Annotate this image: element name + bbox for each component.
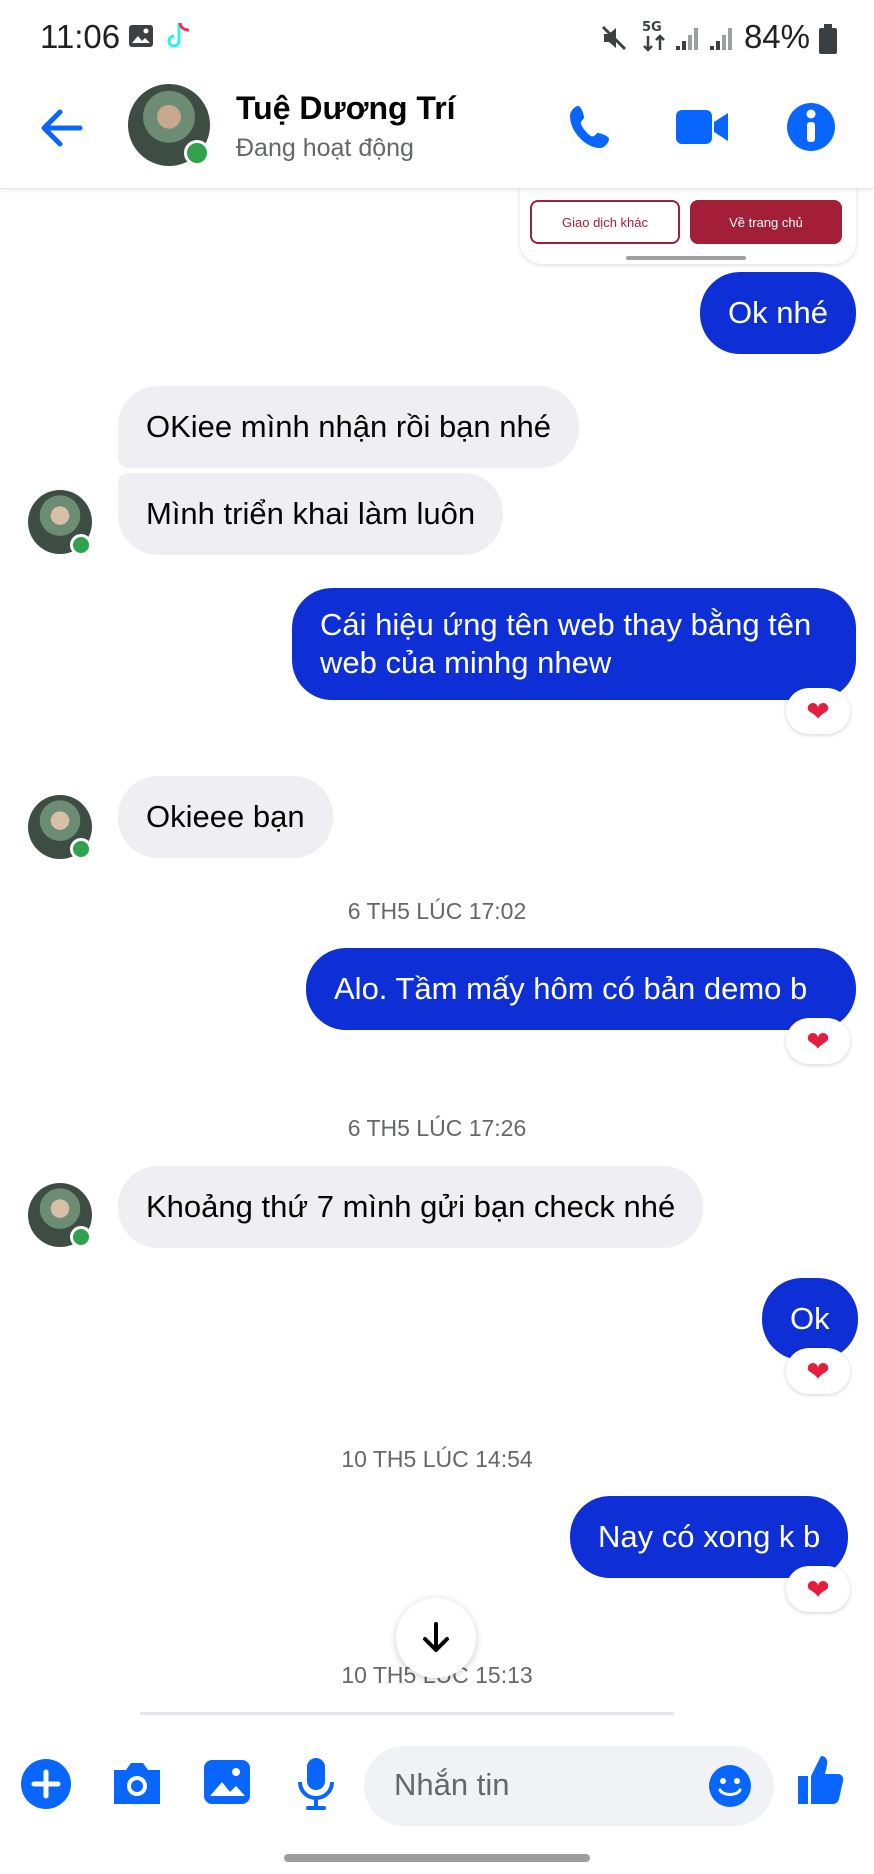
chat-header: Tuệ Dương Trí Đang hoạt động	[0, 76, 874, 189]
timestamp: 6 TH5 LÚC 17:26	[347, 1115, 527, 1141]
heart-icon: ❤	[806, 1355, 830, 1387]
message-text: Okieee bạn	[146, 799, 305, 834]
heart-reaction[interactable]: ❤	[786, 1348, 850, 1394]
back-arrow-icon[interactable]	[40, 106, 84, 150]
video-icon[interactable]	[674, 106, 730, 148]
status-bar: 11:06 5G 84%	[0, 0, 874, 76]
composer	[0, 1728, 874, 1874]
heart-icon: ❤	[806, 695, 830, 727]
message-out[interactable]: Ok nhé	[700, 272, 856, 354]
online-indicator	[70, 838, 92, 860]
online-indicator	[184, 140, 210, 166]
message-text: Ok	[790, 1301, 830, 1336]
shared-card[interactable]: Giao dịch khác Về trang chủ	[520, 180, 856, 264]
network-5g-icon: 5G	[642, 20, 665, 52]
message-text: Ok nhé	[728, 295, 828, 330]
online-indicator	[70, 534, 92, 556]
divider	[140, 1712, 674, 1715]
tiktok-notification-icon	[167, 22, 190, 48]
image-notification-icon	[129, 25, 153, 47]
contact-name[interactable]: Tuệ Dương Trí	[236, 90, 456, 127]
message-in[interactable]: Mình triển khai làm luôn	[118, 473, 504, 555]
message-text-line: web của minhg nhew	[320, 645, 612, 680]
message-in[interactable]: OKiee mình nhận rồi bạn nhé	[118, 386, 579, 468]
message-text-line: Cái hiệu ứng tên web thay bằng tên	[320, 607, 812, 642]
plus-icon[interactable]	[20, 1758, 72, 1810]
heart-reaction[interactable]: ❤	[786, 688, 850, 734]
message-input[interactable]	[364, 1746, 774, 1826]
svg-text:5G: 5G	[642, 20, 662, 35]
giao-dich-khac-label: Giao dịch khác	[562, 214, 648, 230]
gallery-icon[interactable]	[202, 1758, 252, 1806]
like-icon[interactable]	[796, 1752, 844, 1806]
scroll-down-icon	[423, 1622, 449, 1652]
battery-level: 84%	[743, 18, 810, 55]
emoji-icon[interactable]	[708, 1764, 752, 1808]
message-text-field[interactable]	[392, 1766, 696, 1804]
message-text: Khoảng thứ 7 mình gửi bạn check nhé	[146, 1189, 676, 1224]
message-text: Mình triển khai làm luôn	[146, 496, 476, 531]
message-text: OKiee mình nhận rồi bạn nhé	[146, 409, 551, 444]
camera-icon[interactable]	[110, 1760, 164, 1806]
signal-icon-2	[710, 28, 732, 50]
heart-icon: ❤	[806, 1573, 830, 1605]
message-text: Nay có xong k b	[598, 1519, 821, 1554]
timestamp: 6 TH5 LÚC 17:02	[347, 898, 527, 924]
giao-dich-khac-button[interactable]: Giao dịch khác	[530, 200, 680, 244]
ve-trang-chu-button[interactable]: Về trang chủ	[690, 200, 842, 244]
message-out[interactable]: Alo. Tầm mấy hôm có bản demo b	[306, 948, 856, 1030]
card-scroll-indicator	[626, 256, 746, 260]
ve-trang-chu-label: Về trang chủ	[729, 214, 803, 230]
message-in[interactable]: Khoảng thứ 7 mình gửi bạn check nhé	[118, 1166, 704, 1248]
heart-reaction[interactable]: ❤	[786, 1566, 850, 1612]
signal-icon-1	[676, 28, 698, 50]
info-icon[interactable]	[786, 102, 836, 152]
heart-icon: ❤	[806, 1025, 830, 1057]
battery-icon	[819, 24, 837, 54]
scroll-down-button[interactable]	[396, 1598, 476, 1678]
home-indicator	[284, 1854, 590, 1862]
message-text: Alo. Tầm mấy hôm có bản demo b	[334, 971, 808, 1006]
message-out[interactable]: Cái hiệu ứng tên web thay bằng tên web c…	[292, 588, 856, 700]
status-time: 11:06	[40, 18, 121, 55]
mute-icon	[601, 25, 627, 51]
online-indicator	[70, 1226, 92, 1248]
phone-icon[interactable]	[566, 102, 616, 152]
active-status: Đang hoạt động	[236, 134, 414, 162]
timestamp: 10 TH5 LÚC 14:54	[341, 1446, 533, 1472]
mic-icon[interactable]	[296, 1756, 336, 1812]
heart-reaction[interactable]: ❤	[786, 1018, 850, 1064]
message-in[interactable]: Okieee bạn	[118, 776, 333, 858]
